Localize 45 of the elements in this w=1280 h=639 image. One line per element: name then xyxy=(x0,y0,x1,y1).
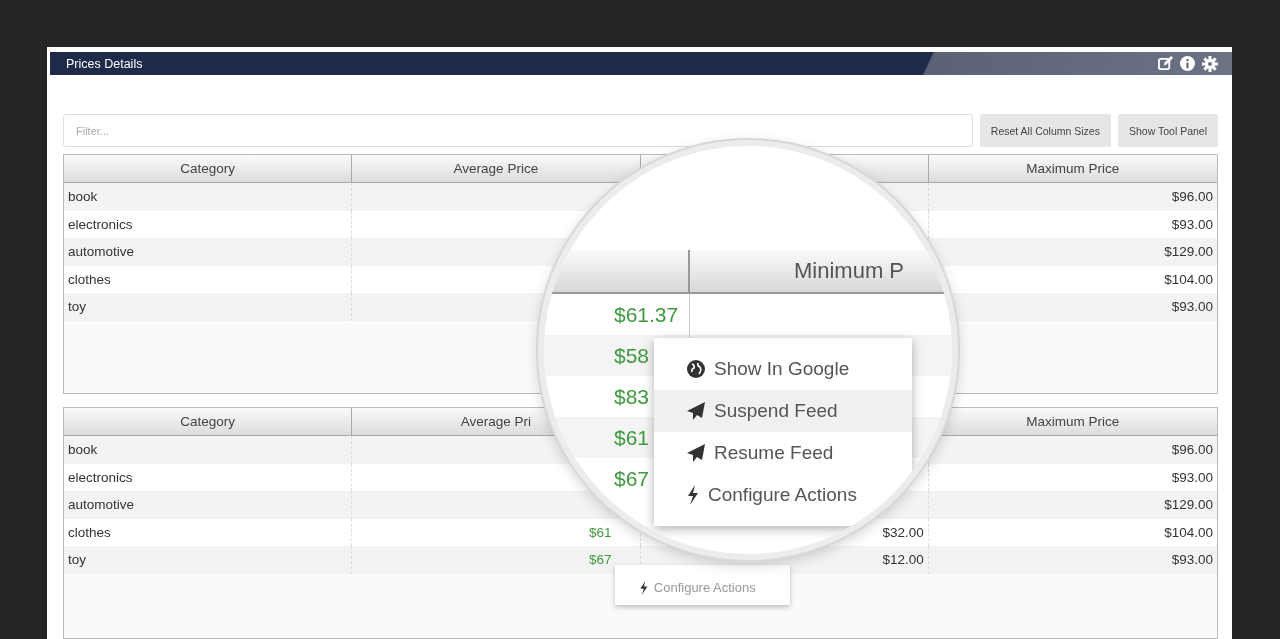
info-icon[interactable] xyxy=(1180,56,1195,71)
toolbar-button[interactable]: Show Tool Panel xyxy=(1117,114,1218,147)
panel-title: Prices Details xyxy=(66,56,144,71)
table-cell: toy xyxy=(68,552,86,568)
table-cell: $93.00 xyxy=(1171,469,1213,485)
table-cell: automotive xyxy=(68,497,135,513)
menu-item[interactable]: Suspend Feed xyxy=(654,390,912,432)
table-cell: $93.00 xyxy=(1171,216,1213,232)
table-cell: clothes xyxy=(68,524,111,540)
settings-icon[interactable] xyxy=(1202,55,1218,72)
column-header[interactable]: Maximum Price xyxy=(1026,161,1120,176)
menu-item[interactable]: Resume Feed xyxy=(654,432,912,474)
table-cell: electronics xyxy=(68,469,133,485)
table-cell: book xyxy=(68,189,98,205)
table-cell: $93.00 xyxy=(1171,299,1213,315)
table-cell: clothes xyxy=(68,271,111,287)
table-cell: electronics xyxy=(68,216,133,232)
table-cell: $12.00 xyxy=(882,552,924,568)
table-cell: $104.00 xyxy=(1164,524,1213,540)
table-cell: $129.00 xyxy=(1164,497,1213,513)
table-cell: $96.00 xyxy=(1171,189,1213,205)
column-header[interactable]: Minimum P xyxy=(794,258,904,284)
column-header[interactable]: Average Pri xyxy=(460,414,531,429)
filter-field[interactable]: Filter... xyxy=(63,114,973,147)
table-cell: $96.00 xyxy=(1171,442,1213,458)
send-icon xyxy=(686,401,706,421)
table-cell: $61 xyxy=(588,524,612,540)
table-cell: $104.00 xyxy=(1164,271,1213,287)
menu-item[interactable]: Configure Actions xyxy=(654,474,912,516)
menu-item[interactable]: Show In Google xyxy=(654,348,912,390)
toolbar-button[interactable]: Reset All Column Sizes xyxy=(979,114,1111,147)
table-cell: $93.00 xyxy=(1171,552,1213,568)
column-header[interactable]: Average Price xyxy=(453,161,539,176)
edit-icon[interactable] xyxy=(1158,56,1173,71)
table-cell: automotive xyxy=(68,244,135,260)
lightning-icon xyxy=(686,485,700,505)
column-header[interactable]: Maximum Price xyxy=(1026,414,1120,429)
table-cell: book xyxy=(68,442,98,458)
column-header[interactable]: Category xyxy=(180,161,235,176)
lightning-icon xyxy=(639,580,649,595)
table-cell: $129.00 xyxy=(1164,244,1213,260)
column-header[interactable]: Category xyxy=(180,414,235,429)
table-cell: $67 xyxy=(588,552,612,568)
table-cell: toy xyxy=(68,299,86,315)
table-cell: $32.00 xyxy=(882,524,924,540)
